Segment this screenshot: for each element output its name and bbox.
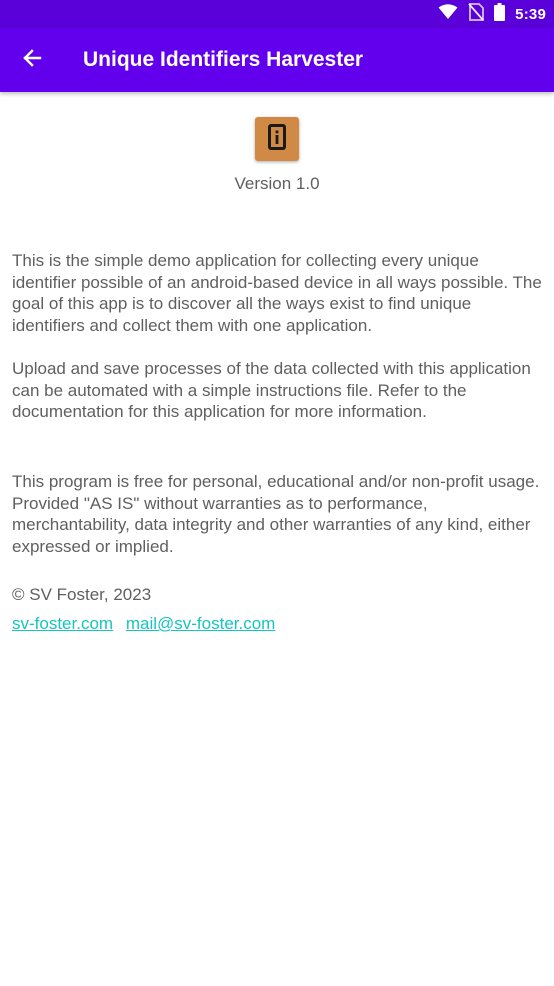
wifi-icon [438, 3, 458, 25]
no-sim-icon [468, 2, 485, 26]
battery-icon [494, 2, 506, 26]
back-button[interactable] [12, 40, 52, 80]
copyright-text: © SV Foster, 2023 [12, 585, 152, 604]
description-paragraph: This is the simple demo application for … [12, 251, 542, 336]
website-link[interactable]: sv-foster.com [12, 614, 113, 633]
page-title: Unique Identifiers Harvester [83, 48, 364, 71]
phone-info-icon [267, 123, 287, 156]
version-label: Version 1.0 [234, 174, 320, 193]
automation-paragraph: Upload and save processes of the data co… [12, 359, 531, 422]
status-bar: 5:39 [0, 0, 554, 28]
email-link[interactable]: mail@sv-foster.com [126, 614, 276, 633]
contact-links: sv-foster.com mail@sv-foster.com [12, 613, 275, 635]
app-logo [255, 117, 299, 161]
license-paragraph: This program is free for personal, educa… [12, 472, 540, 557]
app-bar: Unique Identifiers Harvester [0, 28, 554, 92]
status-time: 5:39 [515, 5, 546, 23]
status-icons: 5:39 [438, 0, 546, 28]
arrow-left-icon [22, 48, 42, 73]
